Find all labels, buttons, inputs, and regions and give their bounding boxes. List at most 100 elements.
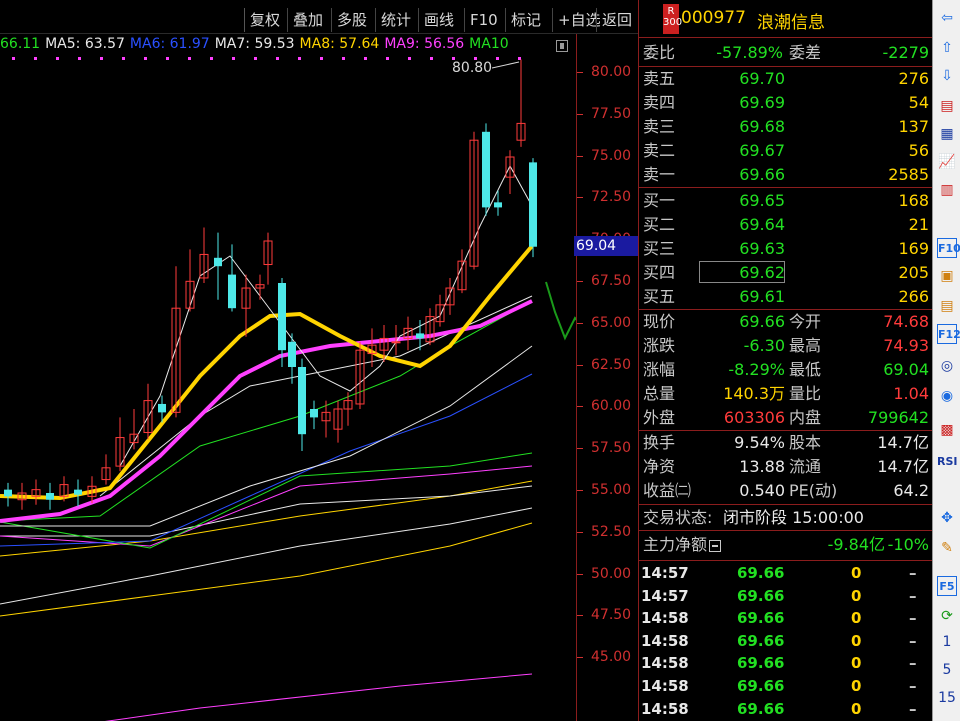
tick-price: 69.66 xyxy=(737,609,785,628)
cross-arrows-icon[interactable]: ✥ xyxy=(937,508,957,528)
marker-dot xyxy=(12,57,15,60)
tick-row[interactable]: 14:58 69.66 0 – xyxy=(639,652,933,674)
stat-label: 外盘 xyxy=(643,408,676,427)
arrow-down-icon[interactable]: ⇩ xyxy=(937,66,957,86)
stat-value: 74.68 xyxy=(883,312,929,331)
candle-body xyxy=(529,162,537,247)
trade-status-label: 交易状态: xyxy=(643,508,713,527)
bid-row[interactable]: 买二 69.64 21 xyxy=(639,213,933,237)
arrow-left-icon[interactable]: ⇦ xyxy=(937,8,957,28)
toolbar-button-5[interactable]: F10 xyxy=(464,8,503,32)
f5-icon[interactable]: F5 xyxy=(937,576,957,596)
tick-row[interactable]: 14:57 69.66 0 – xyxy=(639,562,933,584)
toolbar-button-6[interactable]: 标记 xyxy=(505,8,546,32)
price-tick: 67.50 xyxy=(576,273,632,289)
tick-price: 69.66 xyxy=(737,586,785,605)
toolbar-button-2[interactable]: 多股 xyxy=(331,8,372,32)
stat-label: 收益㈡ xyxy=(643,481,692,500)
toolbar-button-3[interactable]: 统计 xyxy=(375,8,416,32)
toolbar-button-1[interactable]: 叠加 xyxy=(287,8,328,32)
stat-label: 内盘 xyxy=(789,408,822,427)
ask-row[interactable]: 卖三 69.68 137 xyxy=(639,115,933,139)
stat-value: -6.30 xyxy=(743,336,785,355)
period-button-15[interactable]: 15 xyxy=(937,688,957,708)
ma-legend-item: MA6: 61.97 xyxy=(129,36,210,52)
quote-panel: R 300 000977 浪潮信息 委比 -57.89% 委差 -2279 卖五 6… xyxy=(638,0,933,721)
ask-row[interactable]: 卖二 69.67 56 xyxy=(639,139,933,163)
ma-settings-icon[interactable] xyxy=(556,40,568,52)
order-ratio-label: 委比 xyxy=(643,43,676,62)
hand-drawn-annotation xyxy=(545,281,576,341)
bid-row[interactable]: 买三 69.63 169 xyxy=(639,237,933,261)
marker-dot xyxy=(56,57,59,60)
bid-row[interactable]: 买一 69.65 168 xyxy=(639,189,933,213)
marker-dot xyxy=(122,57,125,60)
tick-time: 14:57 xyxy=(641,564,689,582)
candlestick-chart[interactable]: 80.80 xyxy=(0,56,576,721)
period-button-1[interactable]: 1 xyxy=(937,632,957,652)
report-icon[interactable]: ▤ xyxy=(937,96,957,116)
stock-code[interactable]: 000977 xyxy=(681,8,746,28)
finance-icon[interactable]: ▣ xyxy=(937,266,957,286)
f10-icon[interactable]: F10 xyxy=(937,238,960,258)
period-button-5[interactable]: 5 xyxy=(937,660,957,680)
price-tick: 60.00 xyxy=(576,398,632,415)
list-icon[interactable] xyxy=(709,539,722,552)
stat-value: 9.54% xyxy=(734,433,785,452)
tick-row[interactable]: 14:58 69.66 0 – xyxy=(639,675,933,697)
tick-row[interactable]: 14:58 69.66 0 – xyxy=(639,607,933,629)
pencil-icon[interactable]: ✎ xyxy=(937,538,957,558)
ma-line xyxy=(0,507,533,605)
toolbar-button-0[interactable]: 复权 xyxy=(244,8,285,32)
tick-volume: 0 xyxy=(851,564,862,582)
tick-row[interactable]: 14:58 69.66 0 – xyxy=(639,698,933,720)
refresh-icon[interactable]: ⟳ xyxy=(937,606,957,626)
toolbar-button-4[interactable]: 画线 xyxy=(418,8,459,32)
f12-icon[interactable]: F12 xyxy=(937,324,960,344)
tick-time: 14:58 xyxy=(641,609,689,628)
ask-volume: 56 xyxy=(908,141,929,160)
candle-body xyxy=(278,283,286,351)
ma-legend-item: 66.11 xyxy=(0,36,41,52)
marker-dot xyxy=(342,57,345,60)
tick-direction: – xyxy=(909,586,917,605)
rsi-icon[interactable]: RSI xyxy=(937,452,958,472)
stat-value: 13.88 xyxy=(739,457,785,476)
stat-value: 69.66 xyxy=(739,312,785,331)
price-tick: 72.50 xyxy=(576,189,632,206)
price-tick: 57.50 xyxy=(576,440,632,457)
tick-time: 14:57 xyxy=(641,586,689,605)
tick-row[interactable]: 14:58 69.66 0 – xyxy=(639,630,933,652)
stock-name[interactable]: 浪潮信息 xyxy=(757,8,825,33)
bid-row[interactable]: 买四 69.62 205 xyxy=(639,261,933,285)
ask-row[interactable]: 卖四 69.69 54 xyxy=(639,91,933,115)
tick-row[interactable]: 14:57 69.66 0 – xyxy=(639,585,933,607)
notebook-icon[interactable]: ▤ xyxy=(937,296,957,316)
tick-price: 69.66 xyxy=(737,564,785,582)
line-chart-icon[interactable]: 📈 xyxy=(937,152,957,172)
bid-row[interactable]: 买五 69.61 266 xyxy=(639,285,933,309)
grid-icon[interactable]: ▦ xyxy=(937,124,957,144)
target-icon[interactable]: ◉ xyxy=(937,386,957,406)
candle-body xyxy=(46,493,54,500)
price-tick: 50.00 xyxy=(576,565,632,582)
chart-icon[interactable]: ▩ xyxy=(937,420,957,440)
ask-row[interactable]: 卖五 69.70 276 xyxy=(639,67,933,91)
bid-label: 买三 xyxy=(643,239,676,258)
stat-value: 0.540 xyxy=(739,481,785,500)
marker-dot xyxy=(518,57,521,60)
price-tick: 62.50 xyxy=(576,356,632,373)
candle-icon[interactable]: ▥ xyxy=(937,180,957,200)
ask-price: 69.70 xyxy=(739,69,785,88)
compass-icon[interactable]: ◎ xyxy=(937,356,957,376)
main-flow-row[interactable]: 主力净额 -9.84亿 -10% xyxy=(639,533,933,557)
bid-label: 买一 xyxy=(643,191,676,210)
ask-row[interactable]: 卖一 69.66 2585 xyxy=(639,163,933,187)
candle-body xyxy=(158,403,166,413)
arrow-up-icon[interactable]: ⇧ xyxy=(937,38,957,58)
stat-value: 799642 xyxy=(867,408,929,427)
stat-label: 量比 xyxy=(789,384,822,403)
ma-legend-item: MA5: 63.57 xyxy=(45,36,125,52)
tick-time: 14:58 xyxy=(641,699,689,718)
toolbar-button-8[interactable]: 返回 xyxy=(596,8,637,32)
